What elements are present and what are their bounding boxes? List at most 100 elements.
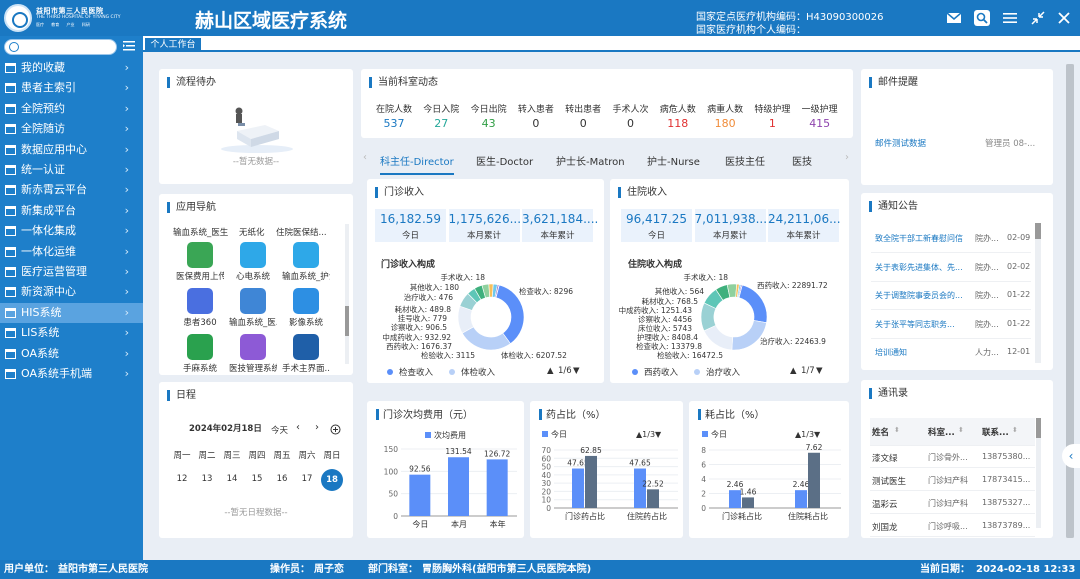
sidebar-item[interactable]: 一体化运维 › [0,242,143,262]
stat-value[interactable]: 180 [701,117,749,130]
stat-value[interactable]: 0 [559,117,607,130]
bar[interactable] [795,490,807,508]
legend-prev-icon[interactable]: ▲ [790,366,797,376]
sidebar-search-input[interactable] [4,39,117,55]
kpi-box[interactable]: 1,175,626.... 本月累计 [448,209,525,242]
kpi-box[interactable]: 24,211,06... 本年累计 [768,209,841,242]
bar[interactable] [448,457,469,516]
sidebar-item[interactable]: 医疗运营管理 › [0,262,143,282]
app-shortcut[interactable]: 影像系统 [282,288,330,328]
calendar-date[interactable]: 18 [321,469,343,491]
kpi-box[interactable]: 16,182.59 今日 [375,209,446,242]
calendar-date[interactable]: 15 [246,473,268,485]
kpi-box[interactable]: 7,011,938.... 本月累计 [694,209,771,242]
sidebar-item[interactable]: HIS系统 › [0,302,143,323]
stat-value[interactable]: 415 [796,117,844,130]
sidebar-item[interactable]: 新资源中心 › [0,282,143,302]
legend-label[interactable]: 西药收入 [644,366,678,378]
sort-icon[interactable]: ⬍ [894,426,900,434]
legend-pager[interactable]: ▲1/3▼ [795,430,821,439]
app-shortcut[interactable]: 医保费用上传 [176,242,224,282]
app-shortcut[interactable]: 患者360 [176,288,224,328]
notice-item[interactable]: 培训通知 人力... 12-01 [861,347,1033,361]
sidebar-item[interactable]: OA系统手机端 › [0,364,143,384]
calendar-date[interactable]: 14 [221,473,243,485]
stat-value[interactable]: 118 [654,117,702,130]
legend-label[interactable]: 检查收入 [399,366,433,378]
notice-item[interactable]: 关于张平等同志职务... 院办... 01-22 [861,319,1033,333]
app-shortcut[interactable]: 输血系统_医... [229,288,277,328]
notice-item[interactable]: 致全院干部工新春慰问信 院办... 02-09 [861,233,1033,247]
notice-title[interactable]: 培训通知 [875,347,907,358]
stat-value[interactable]: 0 [512,117,560,130]
legend-next-icon[interactable]: ▼ [573,366,580,376]
legend-next-icon[interactable]: ▼ [816,366,823,376]
sidebar-item[interactable]: 一体化集成 › [0,221,143,241]
stat-value[interactable]: 0 [607,117,655,130]
mail-subject[interactable]: 邮件测试数据 [875,137,926,149]
legend-label[interactable]: 今日 [711,429,727,439]
calendar-date[interactable]: 12 [171,473,193,485]
sidebar-item[interactable]: 数据应用中心 › [0,140,143,160]
notice-title[interactable]: 致全院干部工新春慰问信 [875,233,963,244]
column-header[interactable]: 姓名 [872,426,889,438]
app-shortcut[interactable]: 医技管理系统 [229,334,277,374]
menu-icon[interactable] [1002,10,1018,26]
sidebar-item[interactable]: 全院预约 › [0,99,143,119]
contact-row[interactable]: 温彩云 门诊妇产科 13875327... [870,492,1035,514]
stat-value[interactable]: 27 [417,117,465,130]
role-tab[interactable]: 医技主任 [725,153,765,168]
bar[interactable] [585,455,597,508]
contact-row[interactable]: 刘国龙 门诊呼吸... 13873789... [870,515,1035,537]
app-shortcut[interactable]: 心电系统 [229,242,277,282]
legend-label[interactable]: 今日 [551,429,567,439]
role-tab[interactable]: 护士-Nurse [647,153,700,168]
notice-title[interactable]: 关于调整院事委员会的... [875,290,963,301]
pie-slice[interactable] [461,326,511,351]
role-tab[interactable]: 护士长-Matron [556,153,625,168]
tab-personal-workbench[interactable]: 个人工作台 [145,38,201,52]
bar[interactable] [647,489,659,508]
column-header[interactable]: 科室... [928,426,955,438]
legend-label[interactable]: 次均费用 [434,430,466,440]
sidebar-item[interactable]: 全院随访 › [0,119,143,139]
sidebar-item[interactable]: OA系统 › [0,344,143,364]
tabs-next-icon[interactable]: › [845,152,849,163]
role-tab[interactable]: 科主任-Director [380,153,454,175]
bar[interactable] [486,459,508,516]
stat-value[interactable]: 537 [370,117,418,130]
sidebar-item[interactable]: LIS系统 › [0,323,143,343]
stat-value[interactable]: 1 [748,117,796,130]
close-icon[interactable] [1056,10,1072,26]
sidebar-item[interactable]: 患者主索引 › [0,78,143,98]
scrollbar-thumb[interactable] [1036,418,1041,438]
legend-pager[interactable]: ▲1/3▼ [636,430,662,439]
sidebar-item[interactable]: 新集成平台 › [0,201,143,221]
sidebar-item[interactable]: 统一认证 › [0,160,143,180]
column-header[interactable]: 联系... [982,426,1009,438]
role-tab[interactable]: 医生-Doctor [476,153,533,168]
pie-slice[interactable] [738,284,768,324]
calendar-date[interactable]: 13 [196,473,218,485]
side-panel-toggle-icon[interactable]: ‹ [1062,444,1080,468]
app-shortcut[interactable]: 手麻系统 [176,334,224,374]
legend-prev-icon[interactable]: ▲ [547,366,554,376]
sort-icon[interactable]: ⬍ [958,426,964,434]
notice-item[interactable]: 关于表彰先进集体、先... 院办... 02-02 [861,262,1033,276]
bar[interactable] [409,474,431,516]
notice-title[interactable]: 关于张平等同志职务... [875,319,955,330]
kpi-box[interactable]: 96,417.25 今日 [621,209,692,242]
mail-icon[interactable] [946,10,962,26]
tabs-prev-icon[interactable]: ‹ [363,152,367,163]
search-icon[interactable] [974,10,990,26]
sidebar-item[interactable]: 我的收藏 › [0,58,143,78]
app-shortcut[interactable]: 手术主界面... [282,334,330,374]
sort-icon[interactable]: ⬍ [1012,426,1018,434]
calendar-date[interactable]: 17 [296,473,318,485]
bar[interactable] [742,497,754,508]
bar[interactable] [808,452,820,508]
collapse-icon[interactable] [1030,10,1046,26]
stat-value[interactable]: 43 [465,117,513,130]
calendar-date[interactable]: 16 [271,473,293,485]
sidebar-item[interactable]: 新赤霄云平台 › [0,180,143,200]
